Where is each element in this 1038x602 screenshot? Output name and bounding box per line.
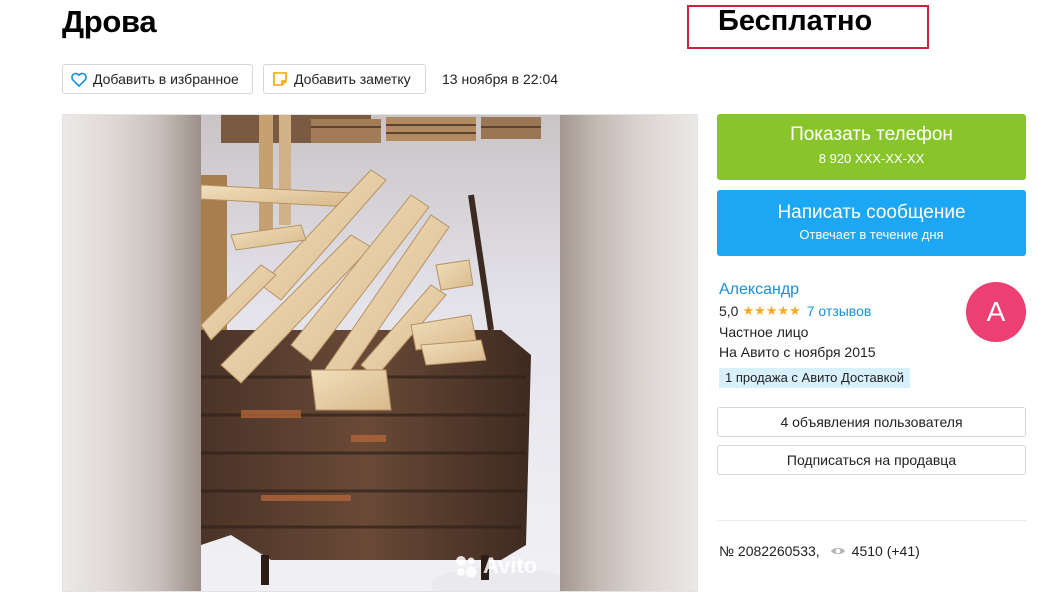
- listing-meta: № 2082260533, 4510 (+41): [719, 543, 920, 559]
- listing-title: Дрова: [62, 4, 157, 39]
- views-count: 4510 (+41): [851, 543, 920, 559]
- avito-logo-icon: [456, 556, 477, 578]
- avito-watermark-text: Avito: [483, 553, 538, 578]
- seller-since: На Авито с ноября 2015: [719, 344, 876, 360]
- seller-type: Частное лицо: [719, 324, 809, 340]
- show-phone-button[interactable]: Показать телефон 8 920 XXX-XX-XX: [717, 114, 1026, 180]
- photo-gallery[interactable]: Avito: [62, 114, 698, 592]
- reviews-link[interactable]: 7 отзывов: [807, 303, 872, 319]
- show-phone-label: Показать телефон: [790, 124, 953, 145]
- seller-rating: 5,0 ★★★★★ 7 отзывов: [719, 303, 871, 319]
- add-note-label: Добавить заметку: [294, 71, 411, 87]
- listing-price: Бесплатно: [718, 5, 873, 37]
- eye-icon: [830, 548, 845, 554]
- gallery-blur-left: [63, 115, 201, 591]
- listing-date: 13 ноября в 22:04: [442, 71, 559, 87]
- add-to-favorites-button[interactable]: Добавить в избранное: [62, 64, 253, 94]
- add-to-favorites-label: Добавить в избранное: [93, 71, 239, 87]
- send-message-button[interactable]: Написать сообщение Отвечает в течение дн…: [717, 190, 1026, 256]
- rating-value: 5,0: [719, 303, 739, 319]
- phone-number: 8 920 XXX-XX-XX: [818, 151, 925, 166]
- listing-photo[interactable]: [201, 115, 560, 592]
- avito-watermark: Avito: [453, 553, 537, 579]
- send-message-label: Написать сообщение: [777, 202, 966, 223]
- add-note-button[interactable]: Добавить заметку: [263, 64, 426, 94]
- avatar[interactable]: A: [966, 282, 1026, 342]
- rating-stars: ★★★★★: [742, 303, 801, 318]
- seller-name-link[interactable]: Александр: [719, 281, 799, 299]
- subscribe-button[interactable]: Подписаться на продавца: [717, 445, 1026, 475]
- response-time: Отвечает в течение дня: [799, 227, 944, 242]
- heart-icon: [71, 72, 87, 87]
- delivery-badge: 1 продажа с Авито Доставкой: [719, 368, 910, 388]
- divider: [717, 520, 1026, 521]
- note-icon: [273, 72, 287, 86]
- user-ads-button[interactable]: 4 объявления пользователя: [717, 407, 1026, 437]
- gallery-blur-right: [559, 115, 697, 591]
- item-number: № 2082260533,: [719, 543, 820, 559]
